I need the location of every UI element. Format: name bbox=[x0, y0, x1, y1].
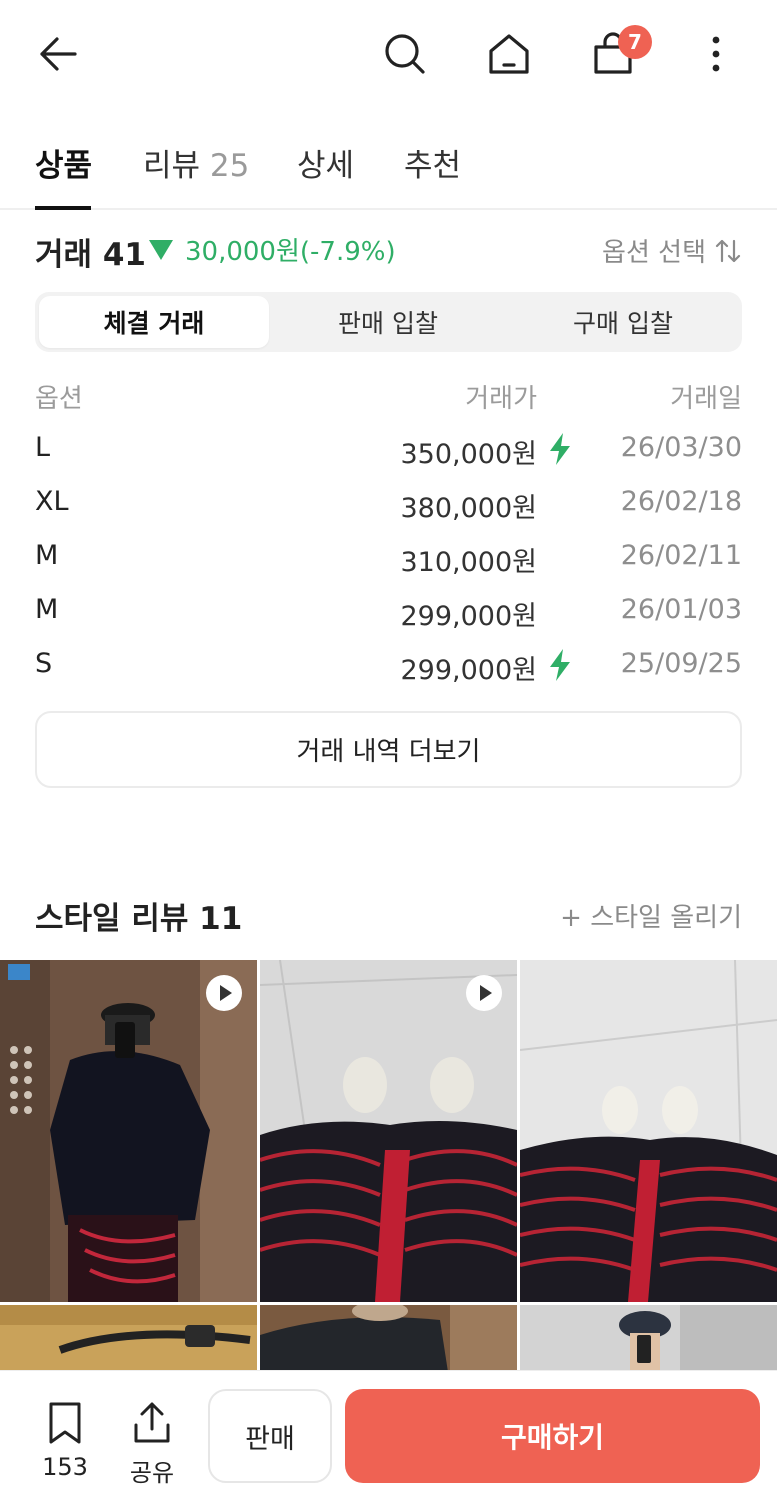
row-price: 380,000원 bbox=[400, 493, 538, 524]
style-photo-grid bbox=[0, 960, 777, 1380]
tab-product[interactable]: 상품 bbox=[35, 140, 92, 185]
top-bar: 7 bbox=[0, 0, 777, 108]
upload-style-link[interactable]: + 스타일 올리기 bbox=[560, 897, 742, 934]
back-button[interactable] bbox=[28, 24, 88, 84]
table-row: M 310,000원 26/02/11 bbox=[35, 532, 742, 586]
share-icon bbox=[134, 1402, 170, 1443]
more-button[interactable] bbox=[686, 24, 746, 84]
style-review-title: 스타일 리뷰 11 bbox=[35, 901, 243, 937]
search-button[interactable] bbox=[375, 24, 435, 84]
home-icon bbox=[489, 34, 529, 74]
trade-count-title: 거래 41 bbox=[35, 237, 146, 273]
bookmark-button[interactable]: 153 bbox=[30, 1401, 100, 1481]
photo-street bbox=[0, 1305, 257, 1380]
price-change-value: 30,000원(-7.9%) bbox=[185, 237, 396, 267]
share-button[interactable]: 공유 bbox=[117, 1401, 187, 1488]
cart-count-badge: 7 bbox=[618, 25, 652, 59]
row-price: 350,000원 bbox=[400, 439, 538, 470]
style-photo[interactable] bbox=[260, 960, 517, 1302]
product-tabs: 상품 리뷰 25 상세 추천 bbox=[0, 130, 777, 210]
row-option: L bbox=[35, 432, 51, 463]
option-select-label: 옵션 선택 bbox=[602, 238, 706, 268]
header-price: 거래가 bbox=[465, 384, 537, 414]
row-date: 26/03/30 bbox=[620, 432, 742, 463]
share-label: 공유 bbox=[129, 1459, 175, 1487]
trade-type-segment: 체결 거래 판매 입찰 구매 입찰 bbox=[35, 292, 742, 352]
row-date: 26/02/18 bbox=[620, 486, 742, 517]
play-icon bbox=[206, 975, 242, 1011]
back-arrow-icon bbox=[40, 37, 77, 71]
buy-button[interactable]: 구매하기 bbox=[345, 1389, 760, 1483]
search-icon bbox=[385, 34, 425, 74]
table-row: S 299,000원 25/09/25 bbox=[35, 640, 742, 694]
row-option: M bbox=[35, 540, 59, 571]
tab-detail[interactable]: 상세 bbox=[297, 140, 354, 185]
tab-active-indicator bbox=[35, 206, 91, 210]
home-button[interactable] bbox=[479, 24, 539, 84]
option-select-button[interactable]: 옵션 선택 bbox=[602, 232, 742, 269]
style-photo[interactable] bbox=[0, 1305, 257, 1380]
bookmark-count: 153 bbox=[42, 1453, 88, 1481]
trade-table-header: 옵션 거래가 거래일 bbox=[35, 378, 742, 418]
segment-sell-bid[interactable]: 판매 입찰 bbox=[273, 296, 503, 348]
table-row: L 350,000원 26/03/30 bbox=[35, 424, 742, 478]
sort-arrows-icon bbox=[715, 239, 741, 262]
row-option: M bbox=[35, 594, 59, 625]
header-date: 거래일 bbox=[670, 384, 742, 414]
row-option: S bbox=[35, 648, 53, 679]
photo-pants-shoes bbox=[260, 960, 517, 1302]
style-photo[interactable] bbox=[520, 1305, 777, 1380]
row-date: 25/09/25 bbox=[620, 648, 742, 679]
price-change: 30,000원(-7.9%) bbox=[149, 231, 396, 268]
row-date: 26/01/03 bbox=[620, 594, 742, 625]
row-option: XL bbox=[35, 486, 69, 517]
more-trades-button[interactable]: 거래 내역 더보기 bbox=[35, 711, 742, 788]
header-option: 옵션 bbox=[35, 384, 83, 414]
tab-recommend[interactable]: 추천 bbox=[404, 140, 461, 185]
table-row: XL 380,000원 26/02/18 bbox=[35, 478, 742, 532]
lightning-icon bbox=[550, 433, 570, 465]
segment-buy-bid[interactable]: 구매 입찰 bbox=[508, 296, 738, 348]
photo-elevator-selfie bbox=[0, 960, 257, 1302]
photo-mirror-selfie bbox=[520, 1305, 777, 1380]
photo-jacket bbox=[260, 1305, 517, 1380]
bookmark-icon bbox=[49, 1402, 81, 1444]
down-triangle-icon bbox=[149, 239, 173, 260]
more-vertical-icon bbox=[712, 36, 720, 72]
table-row: M 299,000원 26/01/03 bbox=[35, 586, 742, 640]
row-price: 310,000원 bbox=[400, 547, 538, 578]
tab-review[interactable]: 리뷰 25 bbox=[143, 140, 249, 185]
bottom-action-bar: 153 공유 판매 구매하기 bbox=[0, 1370, 777, 1500]
style-photo[interactable] bbox=[0, 960, 257, 1302]
play-icon bbox=[466, 975, 502, 1011]
sell-button[interactable]: 판매 bbox=[208, 1389, 332, 1483]
photo-pants-shoes-tiles bbox=[520, 960, 777, 1302]
tab-review-count: 25 bbox=[209, 148, 250, 184]
lightning-icon bbox=[550, 649, 570, 681]
tab-review-label: 리뷰 bbox=[143, 148, 201, 184]
style-photo[interactable] bbox=[260, 1305, 517, 1380]
segment-executed-trade[interactable]: 체결 거래 bbox=[39, 296, 269, 348]
row-price: 299,000원 bbox=[400, 655, 538, 686]
row-price: 299,000원 bbox=[400, 601, 538, 632]
trade-summary: 거래 41 30,000원(-7.9%) 옵션 선택 bbox=[35, 225, 742, 273]
row-date: 26/02/11 bbox=[620, 540, 742, 571]
style-photo[interactable] bbox=[520, 960, 777, 1302]
